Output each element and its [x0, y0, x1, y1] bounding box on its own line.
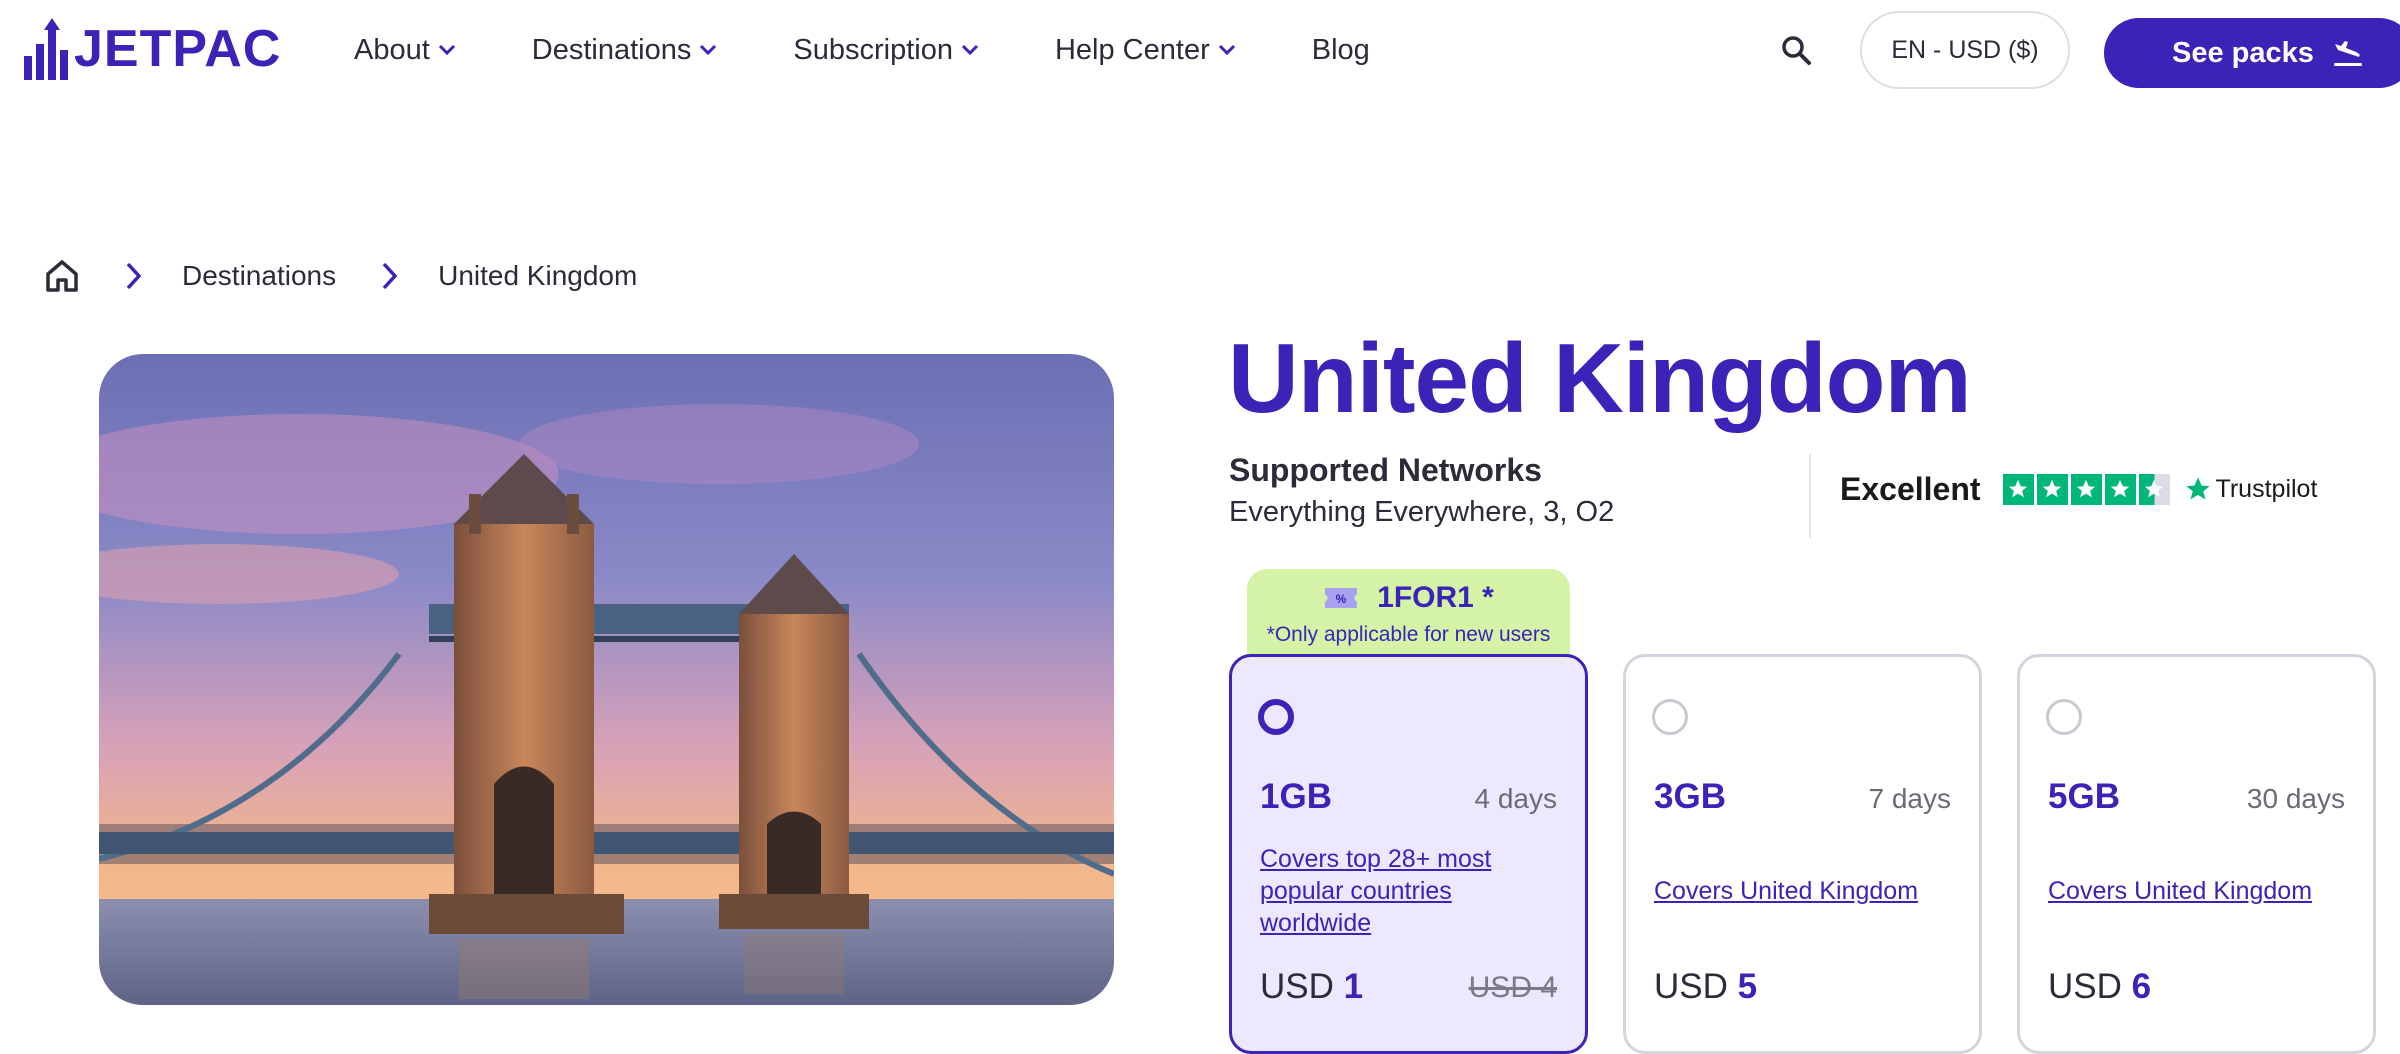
- jetpac-logo[interactable]: JETPAC: [24, 16, 281, 82]
- price-currency: USD: [1260, 967, 1334, 1006]
- plan-size: 3GB: [1654, 777, 1726, 816]
- destination-title: United Kingdom: [1228, 323, 1972, 433]
- plan-size: 1GB: [1260, 777, 1332, 816]
- price-amount: 6: [2131, 967, 2152, 1006]
- nav-item-label: About: [354, 33, 430, 66]
- trustpilot-rating-word: Excellent: [1840, 470, 1981, 507]
- promo-code: 1FOR1 *: [1377, 581, 1494, 614]
- home-icon[interactable]: [44, 258, 80, 294]
- chevron-down-icon: [700, 44, 717, 56]
- trustpilot-brand: Trustpilot: [2215, 474, 2318, 503]
- see-packs-button[interactable]: See packs: [2104, 18, 2400, 88]
- promo-code-row: % 1FOR1 *: [1247, 581, 1570, 615]
- language-currency-selector[interactable]: EN - USD ($): [1860, 11, 2070, 89]
- chevron-down-icon: [961, 44, 979, 56]
- price-currency: USD: [2048, 967, 2122, 1006]
- plan-size: 5GB: [2048, 777, 2120, 816]
- plan-card-5gb[interactable]: 5GB 30 days Covers United Kingdom USD 6: [2017, 654, 2376, 1054]
- price-amount: 5: [1737, 967, 1758, 1006]
- tower-bridge-image: [99, 354, 1114, 1005]
- breadcrumb-current: United Kingdom: [438, 260, 638, 291]
- plan-price: USD 5: [1654, 967, 1757, 1007]
- search-icon: [1782, 36, 1811, 65]
- nav-item-label: Blog: [1311, 33, 1370, 66]
- nav-item-label: Subscription: [793, 33, 953, 66]
- site-header: JETPAC About Destinations Subscription H…: [0, 0, 2400, 100]
- plan-duration: 4 days: [1474, 783, 1558, 814]
- see-packs-label: See packs: [2172, 36, 2314, 69]
- plan-duration: 30 days: [2246, 783, 2345, 814]
- plan-coverage-link[interactable]: Covers United Kingdom: [2048, 875, 2338, 907]
- nav-item-label: Help Center: [1054, 33, 1210, 66]
- section-divider: [1809, 454, 1811, 538]
- price-amount: 1: [1343, 967, 1364, 1006]
- half-star-icon: [2138, 473, 2170, 505]
- price-currency: USD: [1654, 967, 1728, 1006]
- breadcrumb: Destinations United Kingdom: [44, 252, 637, 300]
- nav-item-subscription[interactable]: Subscription: [793, 34, 979, 67]
- chevron-down-icon: [438, 44, 455, 56]
- svg-text:%: %: [1336, 592, 1347, 606]
- trustpilot-stars: [2002, 473, 2170, 505]
- main-nav: About Destinations Subscription Help Cen…: [354, 26, 1446, 74]
- nav-item-label: Destinations: [531, 33, 692, 66]
- nav-item-destinations[interactable]: Destinations: [532, 34, 718, 67]
- star-icon: [2070, 473, 2102, 505]
- nav-item-about[interactable]: About: [354, 34, 456, 67]
- plan-radio[interactable]: [2046, 699, 2082, 735]
- nav-item-help-center[interactable]: Help Center: [1055, 34, 1236, 67]
- star-icon: [2104, 473, 2136, 505]
- plan-coverage-link[interactable]: Covers top 28+ most popular countries wo…: [1260, 843, 1550, 939]
- star-icon: [2002, 473, 2034, 505]
- plane-landing-icon: [2333, 41, 2362, 66]
- destination-hero-image: [99, 354, 1114, 1005]
- plan-card-1gb[interactable]: 1GB 4 days Covers top 28+ most popular c…: [1229, 654, 1588, 1054]
- supported-networks-value: Everything Everywhere, 3, O2: [1229, 496, 1615, 528]
- plan-price: USD 6: [2048, 967, 2151, 1007]
- promo-note: *Only applicable for new users: [1266, 623, 1551, 646]
- supported-networks-label: Supported Networks: [1229, 452, 1542, 488]
- breadcrumb-destinations[interactable]: Destinations: [182, 260, 336, 292]
- logo-bars-icon: [24, 18, 68, 80]
- trustpilot-widget[interactable]: Excellent Trustpilot: [1840, 466, 2317, 512]
- plan-card-3gb[interactable]: 3GB 7 days Covers United Kingdom USD 5: [1623, 654, 1982, 1054]
- plan-radio[interactable]: [1652, 699, 1688, 735]
- star-icon: [2036, 473, 2068, 505]
- plan-coverage-link[interactable]: Covers United Kingdom: [1654, 875, 1944, 907]
- chevron-right-icon: [382, 262, 398, 290]
- plan-price: USD 1: [1260, 967, 1363, 1007]
- trustpilot-logo: Trustpilot: [2184, 474, 2318, 504]
- search-button[interactable]: [1776, 30, 1816, 70]
- plan-old-price: USD 4: [1468, 971, 1557, 1004]
- chevron-down-icon: [1218, 44, 1235, 56]
- logo-text: JETPAC: [74, 20, 282, 78]
- trustpilot-star-icon: [2185, 477, 2210, 500]
- chevron-right-icon: [126, 262, 142, 290]
- nav-item-blog[interactable]: Blog: [1312, 34, 1370, 67]
- plan-radio[interactable]: [1258, 699, 1294, 735]
- plan-duration: 7 days: [1868, 783, 1952, 814]
- ticket-icon: %: [1325, 588, 1358, 608]
